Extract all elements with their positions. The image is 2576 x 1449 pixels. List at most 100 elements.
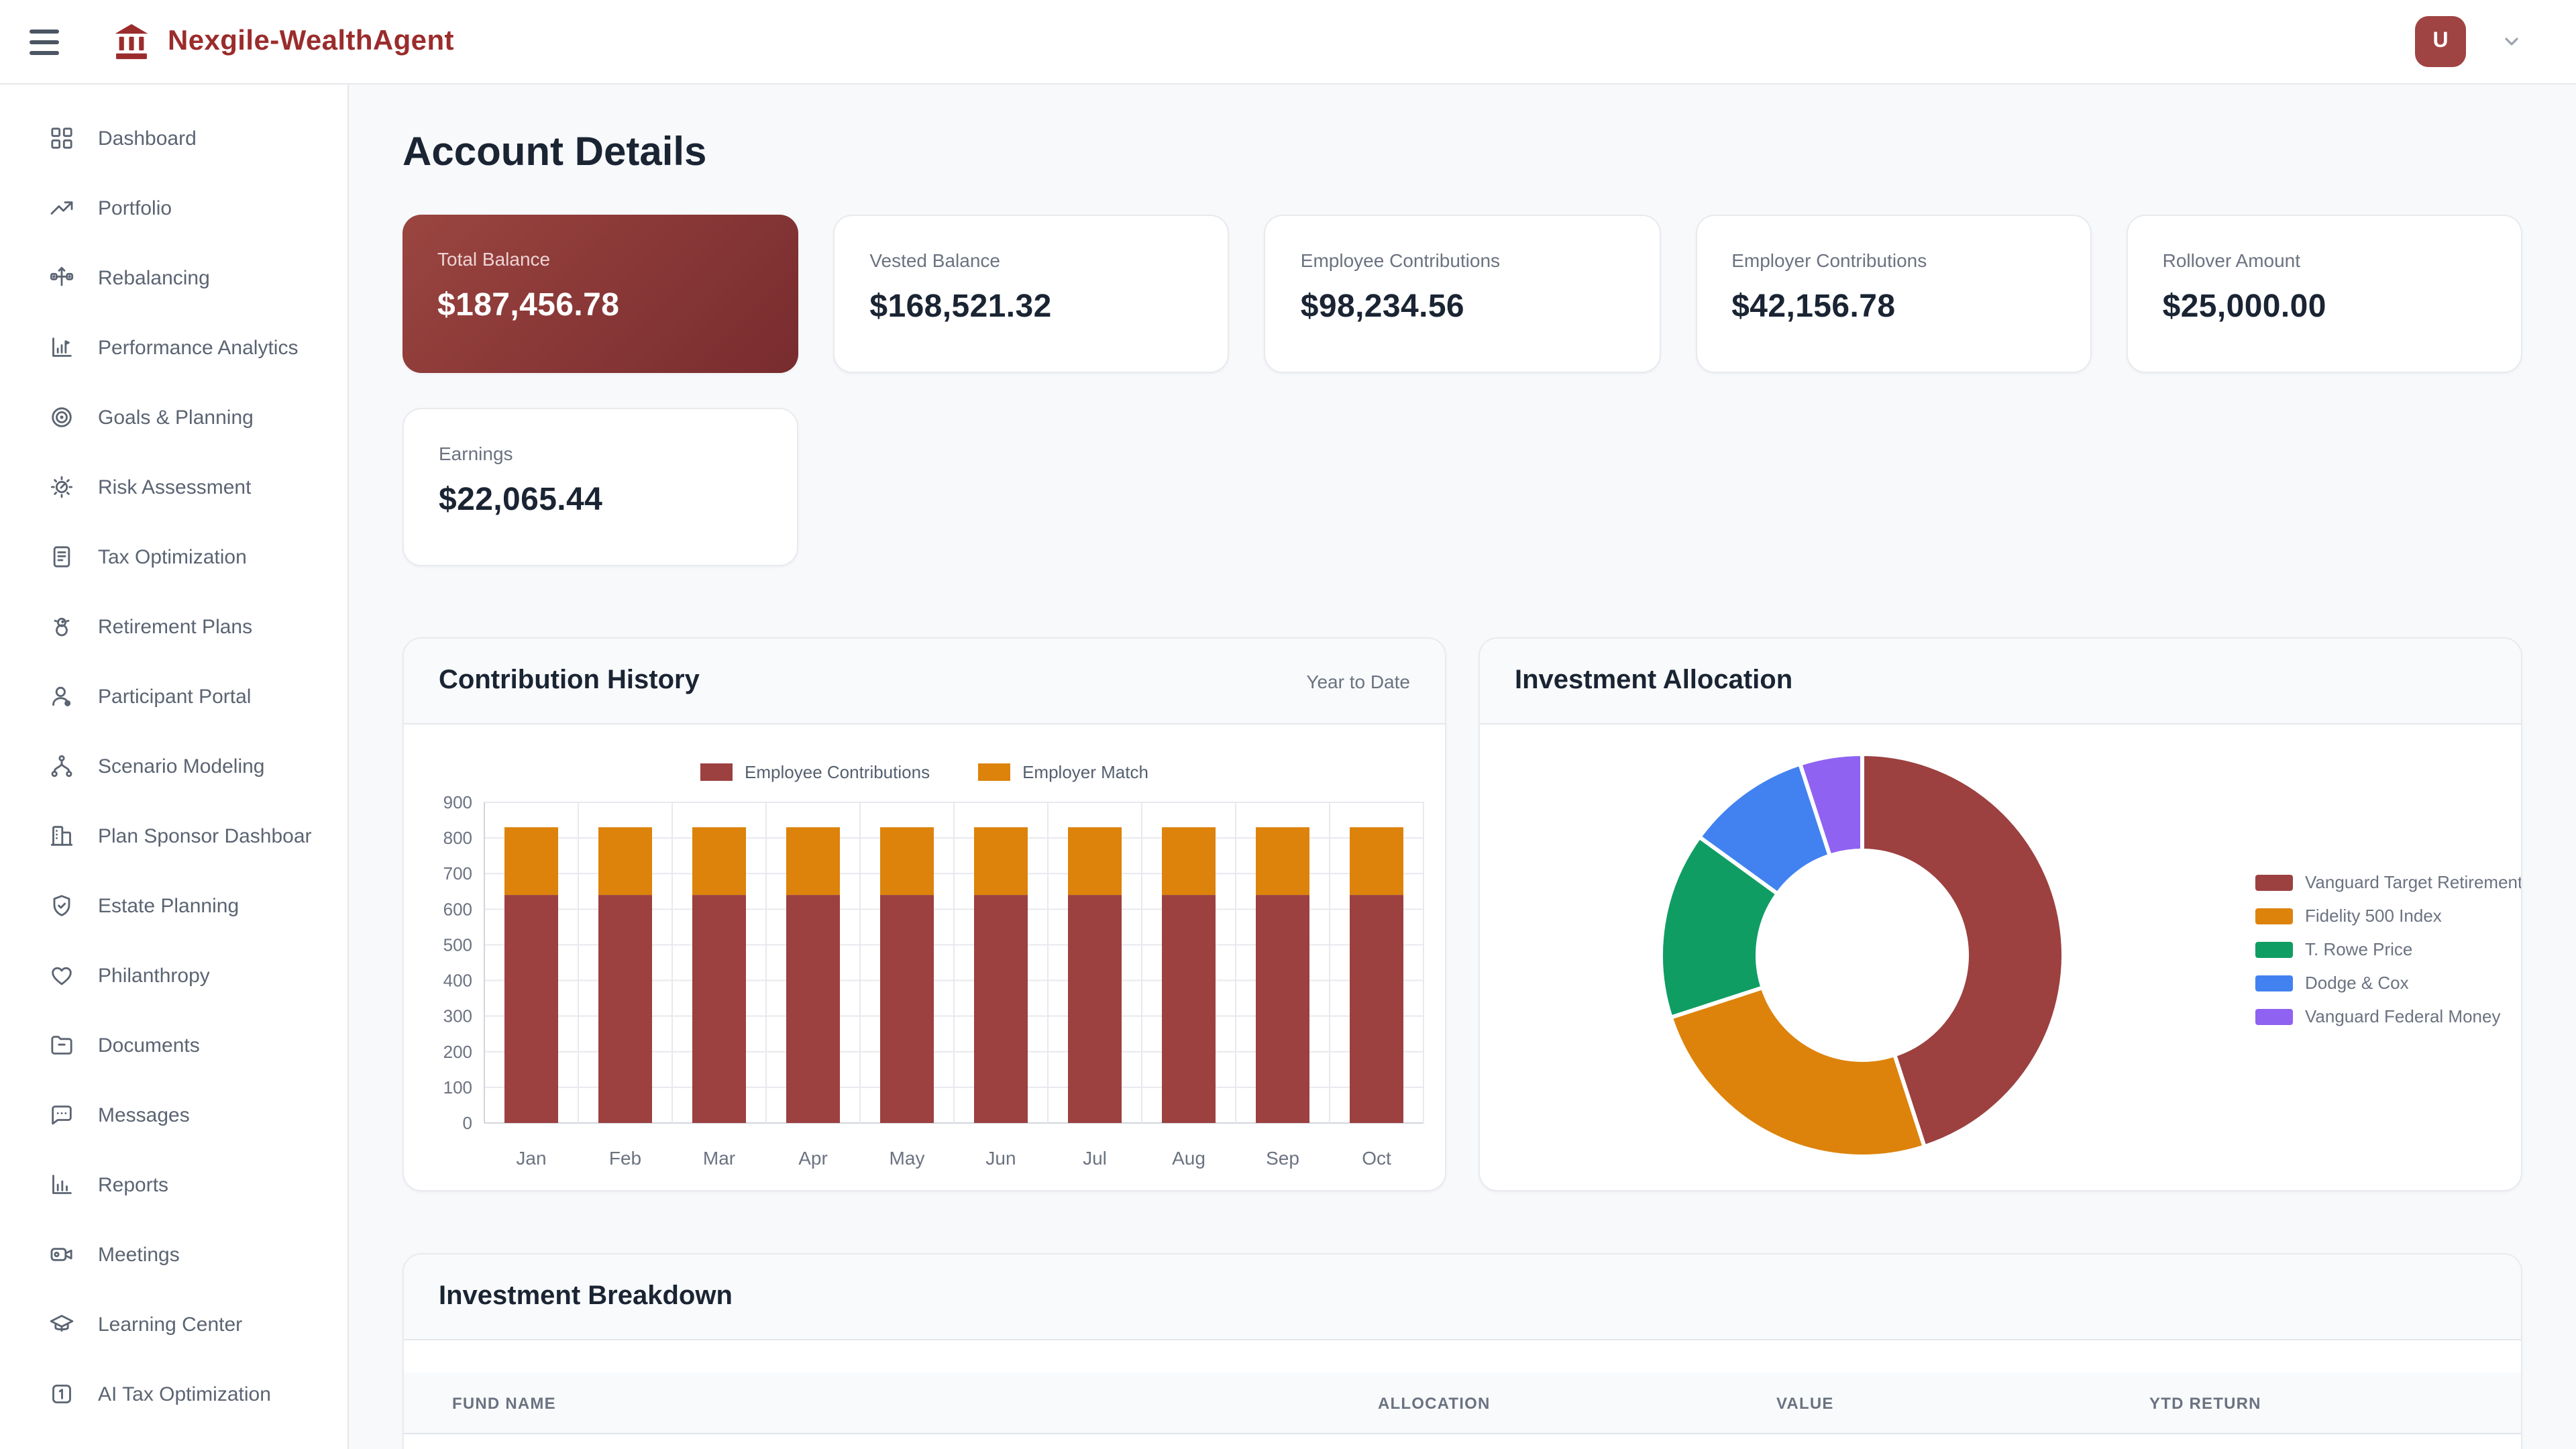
- stat-label: Rollover Amount: [2163, 250, 2486, 271]
- folder-icon: [48, 1032, 75, 1059]
- svg-text:Oct: Oct: [1362, 1148, 1391, 1169]
- stat-value: $168,521.32: [869, 288, 1193, 326]
- investment-allocation-header: Investment Allocation: [1480, 639, 2521, 724]
- bar-segment: [880, 895, 934, 1123]
- investment-allocation-title: Investment Allocation: [1515, 665, 1792, 696]
- sidebar-item-label: Participant Portal: [98, 685, 251, 708]
- sidebar-item-label: Scenario Modeling: [98, 755, 265, 777]
- building-icon: [48, 822, 75, 849]
- chevron-down-icon[interactable]: [2501, 31, 2522, 52]
- sidebar-item-performance-analytics[interactable]: Performance Analytics: [0, 313, 347, 382]
- stat-card-employer-contributions: Employer Contributions$42,156.78: [1695, 215, 2091, 373]
- svg-text:Aug: Aug: [1172, 1148, 1205, 1169]
- stat-label: Employee Contributions: [1301, 250, 1624, 271]
- legend-swatch: [978, 763, 1010, 780]
- main-content: Account Details Total Balance$187,456.78…: [349, 85, 2576, 1449]
- gauge-icon: [48, 474, 75, 500]
- svg-text:Jan: Jan: [516, 1148, 546, 1169]
- sidebar-item-retirement-plans[interactable]: Retirement Plans: [0, 592, 347, 661]
- bar-segment: [1256, 827, 1309, 895]
- sidebar-nav: Dashboard Portfolio Rebalancing Performance…: [0, 85, 349, 1449]
- bar-segment: [504, 827, 558, 895]
- bar-segment: [1256, 895, 1309, 1123]
- svg-text:200: 200: [443, 1042, 472, 1062]
- sidebar-item-documents[interactable]: Documents: [0, 1010, 347, 1080]
- sidebar-item-risk-assessment[interactable]: Risk Assessment: [0, 452, 347, 522]
- sidebar-item-label: Performance Analytics: [98, 336, 298, 359]
- sidebar-item-scenario-modeling[interactable]: Scenario Modeling: [0, 731, 347, 801]
- graduation-cap-icon: [48, 1311, 75, 1338]
- bar-segment: [1350, 895, 1403, 1123]
- bar-segment: [1162, 895, 1216, 1123]
- legend-swatch: [2255, 941, 2293, 957]
- bar-segment: [974, 895, 1028, 1123]
- sidebar-item-label: Goals & Planning: [98, 406, 254, 429]
- svg-text:300: 300: [443, 1006, 472, 1026]
- bar-segment: [880, 827, 934, 895]
- top-header: Nexgile-WealthAgent U: [0, 0, 2576, 85]
- legend-label: Vanguard Federal Money: [2305, 1006, 2501, 1026]
- legend-swatch: [2255, 975, 2293, 991]
- avatar[interactable]: U: [2415, 16, 2466, 67]
- stat-value: $98,234.56: [1301, 288, 1624, 326]
- donut-legend: Vanguard Target RetirementFidelity 500 I…: [2255, 872, 2522, 1026]
- sidebar-item-plan-sponsor-dashboar[interactable]: Plan Sponsor Dashboar: [0, 801, 347, 871]
- sidebar-item-dashboard[interactable]: Dashboard: [0, 103, 347, 173]
- investment-breakdown-table: Fund NameAllocationValueYTD Return: [404, 1340, 2521, 1449]
- sidebar-item-goals-planning[interactable]: Goals & Planning: [0, 382, 347, 452]
- sidebar-item-label: Meetings: [98, 1243, 180, 1266]
- user-badge-icon: k: [48, 683, 75, 710]
- trending-up-icon: [48, 195, 75, 221]
- svg-text:Jul: Jul: [1083, 1148, 1107, 1169]
- bank-icon: [110, 20, 153, 63]
- sidebar-item-meetings[interactable]: Meetings: [0, 1220, 347, 1289]
- investment-allocation-chart: Vanguard Target RetirementFidelity 500 I…: [1480, 724, 2521, 1191]
- sidebar-item-learning-center[interactable]: Learning Center: [0, 1289, 347, 1359]
- svg-text:100: 100: [443, 1077, 472, 1097]
- sidebar-item-label: Documents: [98, 1034, 200, 1057]
- bar-segment: [1068, 895, 1122, 1123]
- app-window: Nexgile-WealthAgent U Dashboard Portfolio…: [0, 0, 2576, 1449]
- contribution-history-header: Contribution History Year to Date: [404, 639, 1445, 724]
- sidebar-item-rebalancing[interactable]: Rebalancing: [0, 243, 347, 313]
- svg-text:0: 0: [463, 1113, 472, 1133]
- sidebar-item-label: Rebalancing: [98, 266, 210, 289]
- stat-card-rollover-amount: Rollover Amount$25,000.00: [2127, 215, 2522, 373]
- sidebar-item-label: AI Tax Optimization: [98, 1383, 271, 1405]
- message-dots-icon: [48, 1102, 75, 1128]
- one-box-icon: [48, 1381, 75, 1407]
- legend-label: Employee Contributions: [745, 761, 930, 782]
- stat-value: $42,156.78: [1731, 288, 2055, 326]
- stat-card-earnings: Earnings$22,065.44: [402, 408, 798, 566]
- sidebar-item-label: Learning Center: [98, 1313, 242, 1336]
- sidebar-item-reports[interactable]: Reports: [0, 1150, 347, 1220]
- menu-icon[interactable]: [30, 19, 75, 64]
- bar-segment: [1162, 827, 1216, 895]
- legend-item: Dodge & Cox: [2255, 973, 2522, 993]
- legend-swatch: [2255, 908, 2293, 924]
- table-header-row: Fund NameAllocationValueYTD Return: [404, 1373, 2521, 1434]
- contribution-history-panel: Contribution History Year to Date Employ…: [402, 637, 1446, 1191]
- legend-item: Vanguard Federal Money: [2255, 1006, 2522, 1026]
- contribution-history-chart: Employee ContributionsEmployer Match 0 10…: [404, 724, 1445, 1191]
- sidebar-item-estate-planning[interactable]: Estate Planning: [0, 871, 347, 941]
- sidebar-item-philanthropy[interactable]: Philanthropy: [0, 941, 347, 1010]
- sidebar-item-tax-optimization[interactable]: Tax Optimization: [0, 522, 347, 592]
- sidebar-item-participant-portal[interactable]: k Participant Portal: [0, 661, 347, 731]
- sidebar-item-messages[interactable]: Messages: [0, 1080, 347, 1150]
- sidebar-item-label: Portfolio: [98, 197, 172, 219]
- svg-text:700: 700: [443, 863, 472, 883]
- svg-text:k: k: [66, 702, 69, 706]
- legend-swatch: [700, 763, 733, 780]
- investment-allocation-panel: Investment Allocation Vanguard Target Re…: [1479, 637, 2522, 1191]
- bar-segment: [1350, 827, 1403, 895]
- page-title: Account Details: [402, 130, 2522, 176]
- bar-segment: [598, 827, 652, 895]
- sidebar-item-ai-tax-optimization[interactable]: AI Tax Optimization: [0, 1359, 347, 1429]
- bar-segment: [786, 895, 840, 1123]
- sidebar-item-portfolio[interactable]: Portfolio: [0, 173, 347, 243]
- legend-label: Vanguard Target Retirement: [2305, 872, 2522, 892]
- svg-text:900: 900: [443, 792, 472, 812]
- legend-item: Vanguard Target Retirement: [2255, 872, 2522, 892]
- bar-chart-legend: Employee ContributionsEmployer Match: [404, 724, 1445, 784]
